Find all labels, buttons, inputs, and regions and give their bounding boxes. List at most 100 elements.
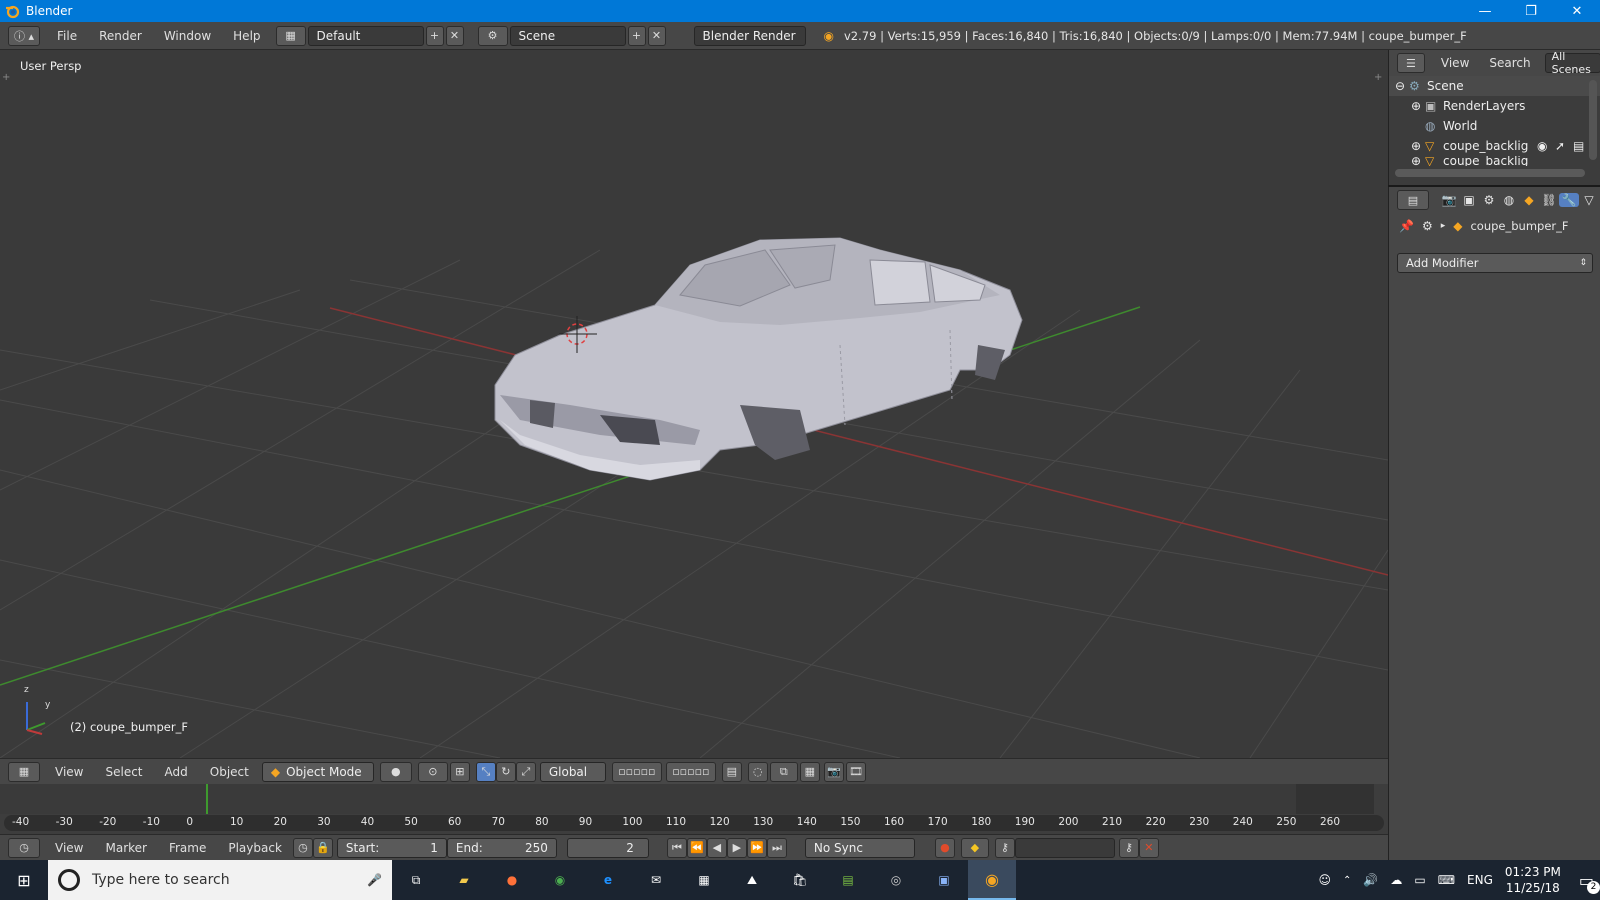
- editor-type-button[interactable]: ⓘ ▴: [8, 25, 40, 46]
- paint-button[interactable]: ▣: [920, 860, 968, 900]
- start-frame-field[interactable]: Start: 1: [336, 837, 447, 858]
- end-frame-field[interactable]: End: 250: [446, 837, 557, 858]
- timeline-menu-playback[interactable]: Playback: [217, 841, 293, 855]
- scene-tab-icon[interactable]: ⚙: [1479, 193, 1499, 207]
- constraints-tab-icon[interactable]: ⛓: [1539, 193, 1559, 207]
- volume-icon[interactable]: 🔊: [1363, 873, 1378, 887]
- scene-field[interactable]: Scene: [509, 25, 626, 46]
- outliner-item-mesh-2[interactable]: ⊕ ▽ coupe_backlig: [1389, 156, 1600, 166]
- timeline-area[interactable]: -40 -30 -20 -10 0 10 20 30 40 50 60 70 80 90 100 110 120…: [0, 784, 1388, 834]
- remove-layout-button[interactable]: ✕: [445, 25, 464, 46]
- clock[interactable]: 01:23 PM 11/25/18: [1505, 864, 1561, 896]
- timeline-track[interactable]: [0, 784, 1300, 814]
- rotate-toggle[interactable]: ↻: [495, 761, 516, 782]
- menu-help[interactable]: Help: [222, 29, 271, 43]
- timeline-menu-frame[interactable]: Frame: [158, 841, 217, 855]
- delete-keyframe-button[interactable]: ✕: [1138, 837, 1159, 858]
- shading-select[interactable]: ●: [379, 761, 412, 782]
- outliner-h-scrollbar[interactable]: [1395, 169, 1585, 177]
- manipulator-toggle[interactable]: ⊞: [449, 761, 470, 782]
- eye-icon[interactable]: ◉: [1537, 139, 1555, 153]
- people-icon[interactable]: ☺: [1318, 873, 1331, 887]
- outliner-menu-search[interactable]: Search: [1479, 56, 1540, 70]
- viewport-menu-object[interactable]: Object: [199, 765, 260, 779]
- outliner-filter-select[interactable]: All Scenes: [1544, 50, 1600, 76]
- sync-select[interactable]: No Sync: [804, 837, 915, 858]
- 3d-viewport[interactable]: User Persp z y (2) coupe_bumper_F + +: [0, 50, 1388, 758]
- calculator-button[interactable]: ▦: [680, 860, 728, 900]
- minimize-button[interactable]: —: [1462, 0, 1508, 22]
- outliner-item-renderlayers[interactable]: ⊕ ▣ RenderLayers: [1389, 96, 1600, 116]
- timeline-menu-marker[interactable]: Marker: [94, 841, 157, 855]
- menu-window[interactable]: Window: [153, 29, 222, 43]
- timeline-menu-view[interactable]: View: [44, 841, 94, 855]
- opengl-render-button[interactable]: 📷: [823, 761, 844, 782]
- task-view-button[interactable]: ⧉: [392, 860, 440, 900]
- jump-end-button[interactable]: ⏭: [766, 837, 787, 858]
- notepad-button[interactable]: ▤: [824, 860, 872, 900]
- current-frame-field[interactable]: 2: [566, 837, 649, 858]
- viewport-menu-add[interactable]: Add: [154, 765, 199, 779]
- close-button[interactable]: ✕: [1554, 0, 1600, 22]
- onedrive-icon[interactable]: ☁: [1390, 873, 1402, 887]
- pin-icon[interactable]: 📌: [1399, 219, 1414, 233]
- expand-icon[interactable]: ⊕: [1411, 156, 1425, 166]
- timeline-ruler[interactable]: -40 -30 -20 -10 0 10 20 30 40 50 60 70 80 90 100 110 120…: [4, 815, 1384, 831]
- keyboard-icon[interactable]: ⌨: [1438, 873, 1455, 887]
- data-tab-icon[interactable]: ▽: [1579, 193, 1599, 207]
- object-tab-icon[interactable]: ◆: [1519, 193, 1539, 207]
- taskbar-search-box[interactable]: Type here to search 🎤: [48, 860, 392, 900]
- preview-range-button[interactable]: ◷: [292, 837, 313, 858]
- keying-set-button[interactable]: ⚷: [994, 837, 1015, 858]
- keying-mode-select[interactable]: ◆: [960, 837, 989, 858]
- expand-toolshelf-icon[interactable]: +: [2, 72, 10, 83]
- add-scene-button[interactable]: +: [627, 25, 646, 46]
- translate-toggle[interactable]: ⤡: [475, 761, 496, 782]
- orientation-select[interactable]: Global: [539, 761, 606, 782]
- expand-properties-icon[interactable]: +: [1374, 72, 1382, 83]
- properties-editor-type-button[interactable]: ▤: [1397, 190, 1429, 210]
- microphone-icon[interactable]: 🎤: [367, 873, 382, 887]
- collapse-icon[interactable]: ⊖: [1395, 79, 1409, 93]
- action-center-button[interactable]: ▭ 2: [1579, 871, 1600, 894]
- play-button[interactable]: ▶: [726, 837, 747, 858]
- chrome-button[interactable]: ◉: [536, 860, 584, 900]
- render-tab-icon[interactable]: 📷: [1439, 193, 1459, 207]
- play-reverse-button[interactable]: ◀: [706, 837, 727, 858]
- firefox-button[interactable]: ●: [488, 860, 536, 900]
- file-explorer-button[interactable]: ▰: [440, 860, 488, 900]
- proportional-edit-button[interactable]: ◌: [747, 761, 768, 782]
- car-mesh[interactable]: [494, 237, 1023, 481]
- scale-toggle[interactable]: ⤢: [515, 761, 536, 782]
- restore-button[interactable]: ❐: [1508, 0, 1554, 22]
- outliner-menu-view[interactable]: View: [1431, 56, 1479, 70]
- snap-element-select[interactable]: ⧉: [769, 761, 798, 782]
- world-tab-icon[interactable]: ◍: [1499, 193, 1519, 207]
- menu-file[interactable]: File: [46, 29, 88, 43]
- menu-render[interactable]: Render: [88, 29, 153, 43]
- timeline-editor-type-button[interactable]: ◷: [8, 837, 40, 858]
- keying-set-field[interactable]: [1014, 837, 1115, 858]
- chevron-up-icon[interactable]: ⌃: [1343, 875, 1351, 886]
- layers-row-1[interactable]: ▫▫▫▫▫: [611, 761, 662, 782]
- snap-target-button[interactable]: ▦: [799, 761, 820, 782]
- mode-select[interactable]: ◆ Object Mode: [261, 761, 374, 782]
- cursor-select-icon[interactable]: ➚: [1555, 139, 1573, 153]
- screen-layout-field[interactable]: Default: [307, 25, 424, 46]
- viewport-menu-view[interactable]: View: [44, 765, 94, 779]
- pivot-select[interactable]: ⊙: [417, 761, 448, 782]
- screen-layout-button[interactable]: ▦: [275, 25, 306, 46]
- jump-start-button[interactable]: ⏮: [666, 837, 687, 858]
- opengl-anim-button[interactable]: 🎞: [845, 761, 866, 782]
- auto-keying-button[interactable]: ●: [934, 837, 955, 858]
- scene-select-button[interactable]: ⚙: [477, 25, 508, 46]
- outliner-item-mesh[interactable]: ⊕ ▽ coupe_backlig ◉ ➚ ▤: [1389, 136, 1600, 156]
- modifiers-tab-icon[interactable]: 🔧: [1559, 193, 1579, 207]
- jump-keyframe-forward-button[interactable]: ⏩: [746, 837, 767, 858]
- current-frame-line[interactable]: [206, 784, 208, 814]
- mail-button[interactable]: ✉: [632, 860, 680, 900]
- renderlayers-tab-icon[interactable]: ▣: [1459, 193, 1479, 207]
- insert-keyframe-button[interactable]: ⚷: [1118, 837, 1139, 858]
- add-modifier-dropdown[interactable]: Add Modifier ⇕: [1397, 253, 1593, 273]
- blender-taskbar-button[interactable]: ◉: [968, 860, 1016, 900]
